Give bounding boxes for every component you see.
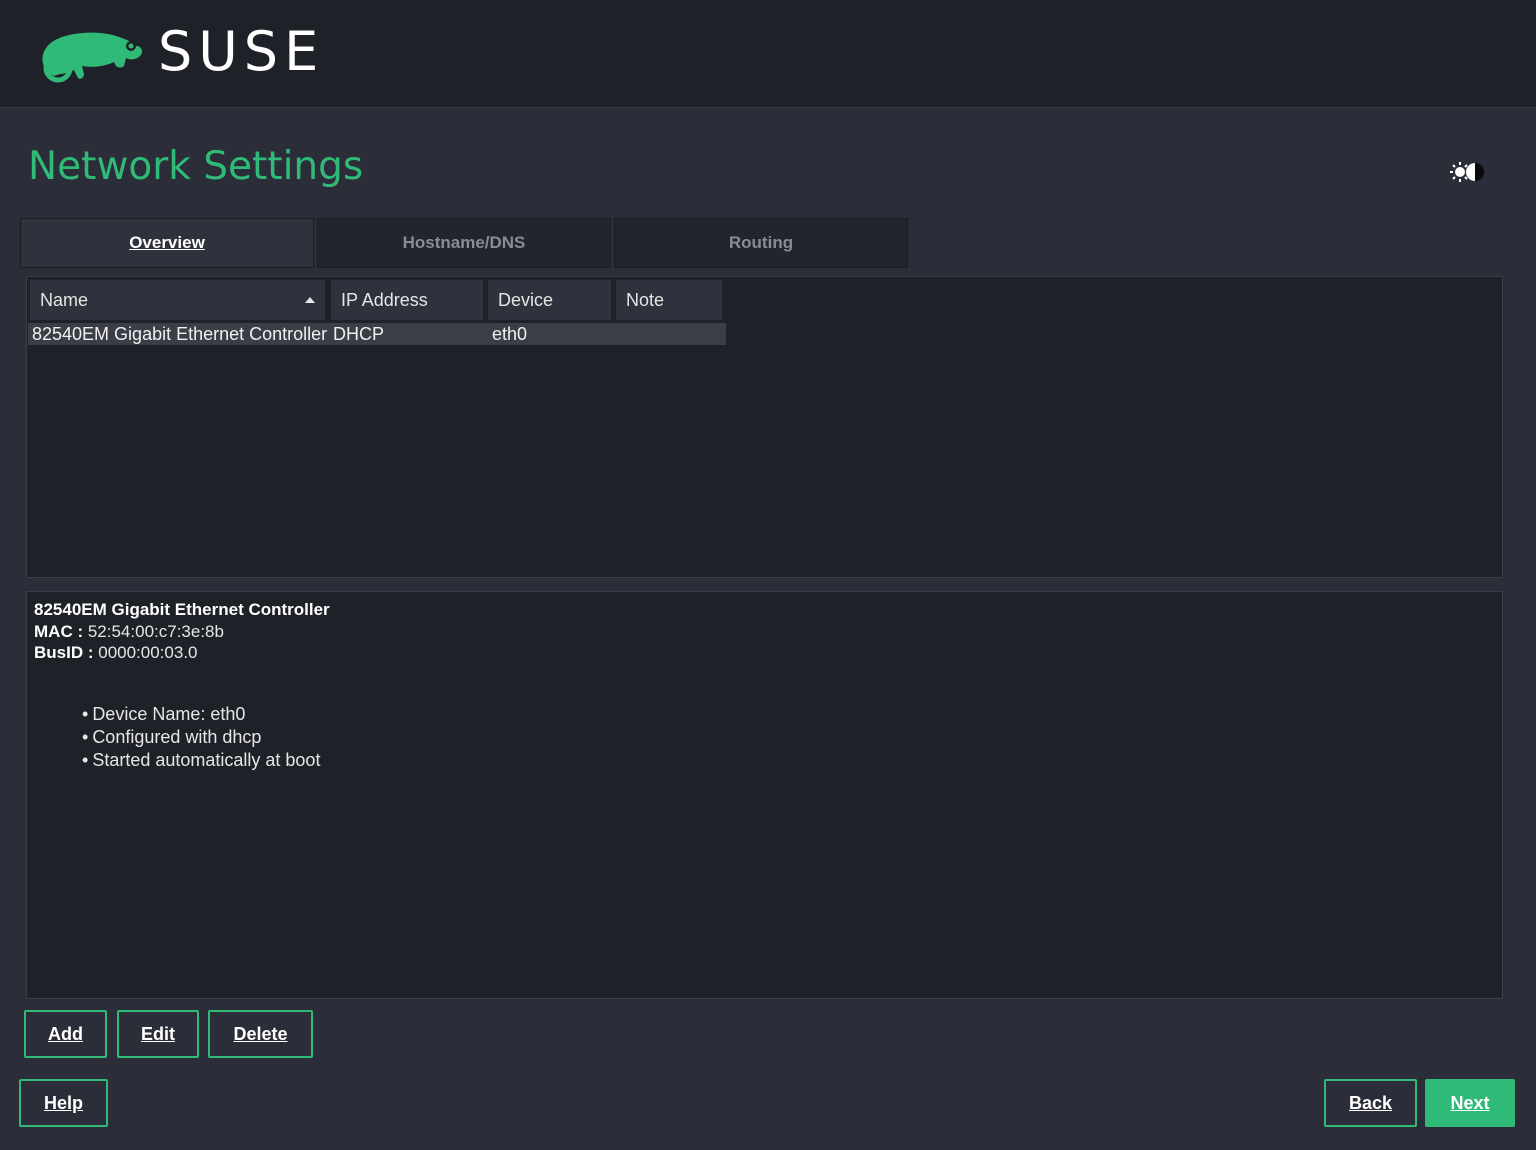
tab-bar: Overview Hostname/DNS Routing (20, 218, 910, 268)
cell-ip-address: DHCP (333, 324, 385, 344)
tab-overview[interactable]: Overview (20, 218, 314, 268)
back-button[interactable]: Back (1324, 1079, 1417, 1127)
list-item: Started automatically at boot (82, 749, 320, 772)
cell-device: eth0 (492, 324, 528, 344)
column-header-note[interactable]: Note (616, 280, 722, 320)
next-button[interactable]: Next (1425, 1079, 1515, 1127)
sort-ascending-icon (305, 297, 315, 303)
device-details-panel: 82540EM Gigabit Ethernet Controller MAC … (26, 591, 1503, 999)
mac-line: MAC : 52:54:00:c7:3e:8b (34, 622, 224, 642)
busid-line: BusID : 0000:00:03.0 (34, 643, 198, 663)
cell-name: 82540EM Gigabit Ethernet Controller (32, 324, 328, 344)
column-header-name-label: Name (40, 289, 89, 310)
busid-label: BusID : (34, 643, 94, 662)
column-header-device[interactable]: Device (488, 280, 611, 320)
theme-toggle-icon[interactable] (1446, 158, 1486, 186)
add-button[interactable]: Add (24, 1010, 107, 1058)
network-devices-table: Name IP Address Device Note 82540EM Giga… (26, 276, 1503, 578)
mac-value: 52:54:00:c7:3e:8b (87, 622, 224, 641)
list-item: Device Name: eth0 (82, 703, 320, 726)
tab-routing[interactable]: Routing (614, 218, 908, 268)
suse-chameleon-logo-icon (42, 32, 143, 83)
suse-logo-text: SUSE (158, 20, 325, 83)
column-header-device-label: Device (498, 289, 554, 310)
list-item: Configured with dhcp (82, 726, 320, 749)
details-bullet-list: Device Name: eth0 Configured with dhcp S… (82, 703, 320, 772)
top-bar: SUSE (0, 0, 1536, 108)
column-header-ip-address[interactable]: IP Address (331, 280, 483, 320)
column-header-ip-address-label: IP Address (341, 289, 428, 310)
details-title: 82540EM Gigabit Ethernet Controller (34, 600, 330, 619)
mac-label: MAC : (34, 622, 84, 641)
page-title: Network Settings (28, 144, 364, 189)
edit-button[interactable]: Edit (117, 1010, 199, 1058)
column-header-name[interactable]: Name (30, 280, 325, 320)
table-row[interactable]: 82540EM Gigabit Ethernet Controller DHCP… (28, 323, 726, 345)
column-header-note-label: Note (626, 289, 665, 310)
tab-hostname-dns[interactable]: Hostname/DNS (317, 218, 611, 268)
help-button[interactable]: Help (19, 1079, 108, 1127)
delete-button[interactable]: Delete (208, 1010, 313, 1058)
busid-value: 0000:00:03.0 (98, 643, 198, 662)
